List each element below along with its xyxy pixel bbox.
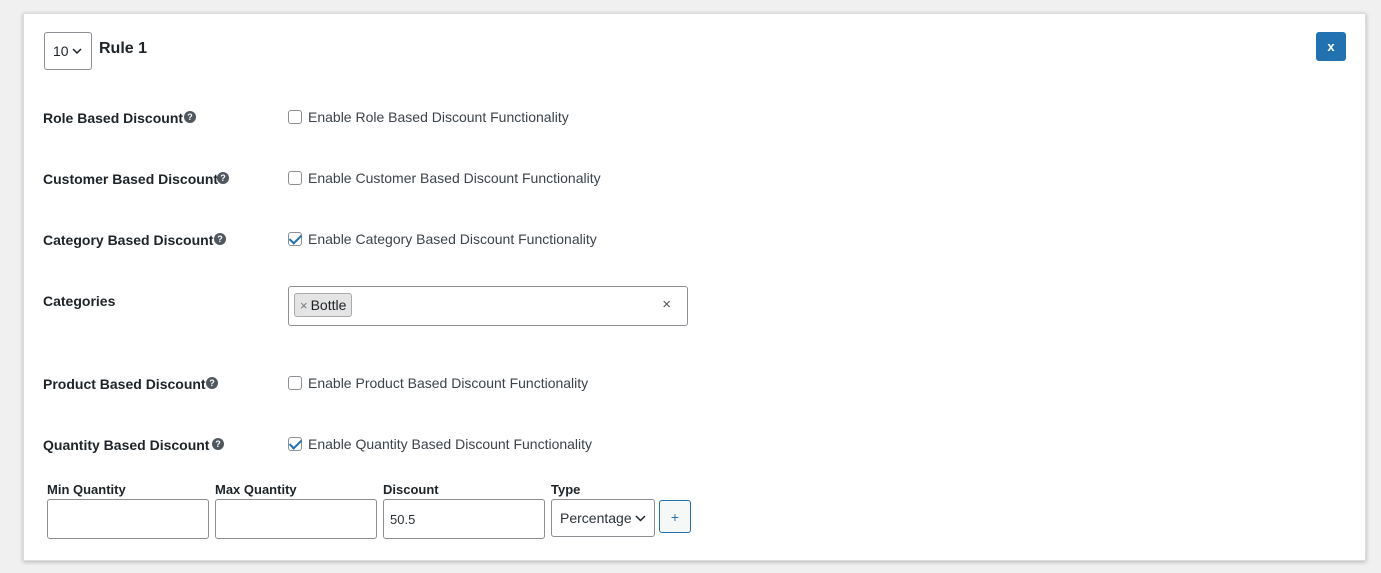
help-icon[interactable]: ? xyxy=(184,111,196,123)
customer-discount-label: Customer Based Discount xyxy=(43,171,219,187)
quantity-discount-label: Quantity Based Discount xyxy=(43,437,210,453)
category-chip: × Bottle xyxy=(294,293,353,317)
chevron-down-icon xyxy=(72,48,82,55)
discount-label: Discount xyxy=(383,482,439,497)
discount-input[interactable]: 50.5 xyxy=(383,499,545,539)
clear-icon[interactable]: × xyxy=(662,296,671,313)
type-select[interactable]: Percentage xyxy=(551,499,655,537)
help-icon[interactable]: ? xyxy=(214,233,226,245)
product-discount-checkbox-label: Enable Product Based Discount Functional… xyxy=(308,375,589,391)
category-discount-checkbox[interactable] xyxy=(288,232,302,246)
quantity-discount-option[interactable]: Enable Quantity Based Discount Functiona… xyxy=(288,436,592,452)
category-discount-option[interactable]: Enable Category Based Discount Functiona… xyxy=(288,231,597,247)
product-discount-label: Product Based Discount xyxy=(43,376,206,392)
rule-panel: 10 Rule 1 x Role Based Discount ? Enable… xyxy=(23,13,1366,561)
chevron-down-icon xyxy=(635,515,646,522)
quantity-discount-checkbox[interactable] xyxy=(288,437,302,451)
max-quantity-input[interactable] xyxy=(215,499,377,539)
categories-select[interactable]: × Bottle × xyxy=(288,286,688,326)
role-discount-option[interactable]: Enable Role Based Discount Functionality xyxy=(288,109,569,125)
help-icon[interactable]: ? xyxy=(217,172,229,184)
product-discount-option[interactable]: Enable Product Based Discount Functional… xyxy=(288,375,588,391)
quantity-discount-checkbox-label: Enable Quantity Based Discount Functiona… xyxy=(308,436,593,452)
max-quantity-label: Max Quantity xyxy=(215,482,297,497)
type-label: Type xyxy=(551,482,581,497)
customer-discount-checkbox-label: Enable Customer Based Discount Functiona… xyxy=(308,170,601,186)
categories-label: Categories xyxy=(43,293,116,309)
role-discount-checkbox[interactable] xyxy=(288,110,302,124)
role-discount-checkbox-label: Enable Role Based Discount Functionality xyxy=(308,109,569,125)
type-select-value: Percentage xyxy=(560,510,632,526)
role-discount-label: Role Based Discount xyxy=(43,110,184,126)
add-row-button[interactable]: + xyxy=(659,500,691,533)
customer-discount-checkbox[interactable] xyxy=(288,171,302,185)
close-button[interactable]: x xyxy=(1316,32,1346,61)
customer-discount-option[interactable]: Enable Customer Based Discount Functiona… xyxy=(288,170,601,186)
category-discount-checkbox-label: Enable Category Based Discount Functiona… xyxy=(308,231,597,247)
help-icon[interactable]: ? xyxy=(206,377,218,389)
category-discount-label: Category Based Discount xyxy=(43,232,214,248)
chip-label: Bottle xyxy=(310,297,347,313)
chip-remove-icon[interactable]: × xyxy=(300,298,308,313)
rule-title: Rule 1 xyxy=(99,40,148,57)
min-quantity-input[interactable] xyxy=(47,499,209,539)
priority-value: 10 xyxy=(53,43,69,59)
product-discount-checkbox[interactable] xyxy=(288,376,302,390)
help-icon[interactable]: ? xyxy=(212,438,224,450)
priority-select[interactable]: 10 xyxy=(44,32,92,70)
min-quantity-label: Min Quantity xyxy=(47,482,126,497)
